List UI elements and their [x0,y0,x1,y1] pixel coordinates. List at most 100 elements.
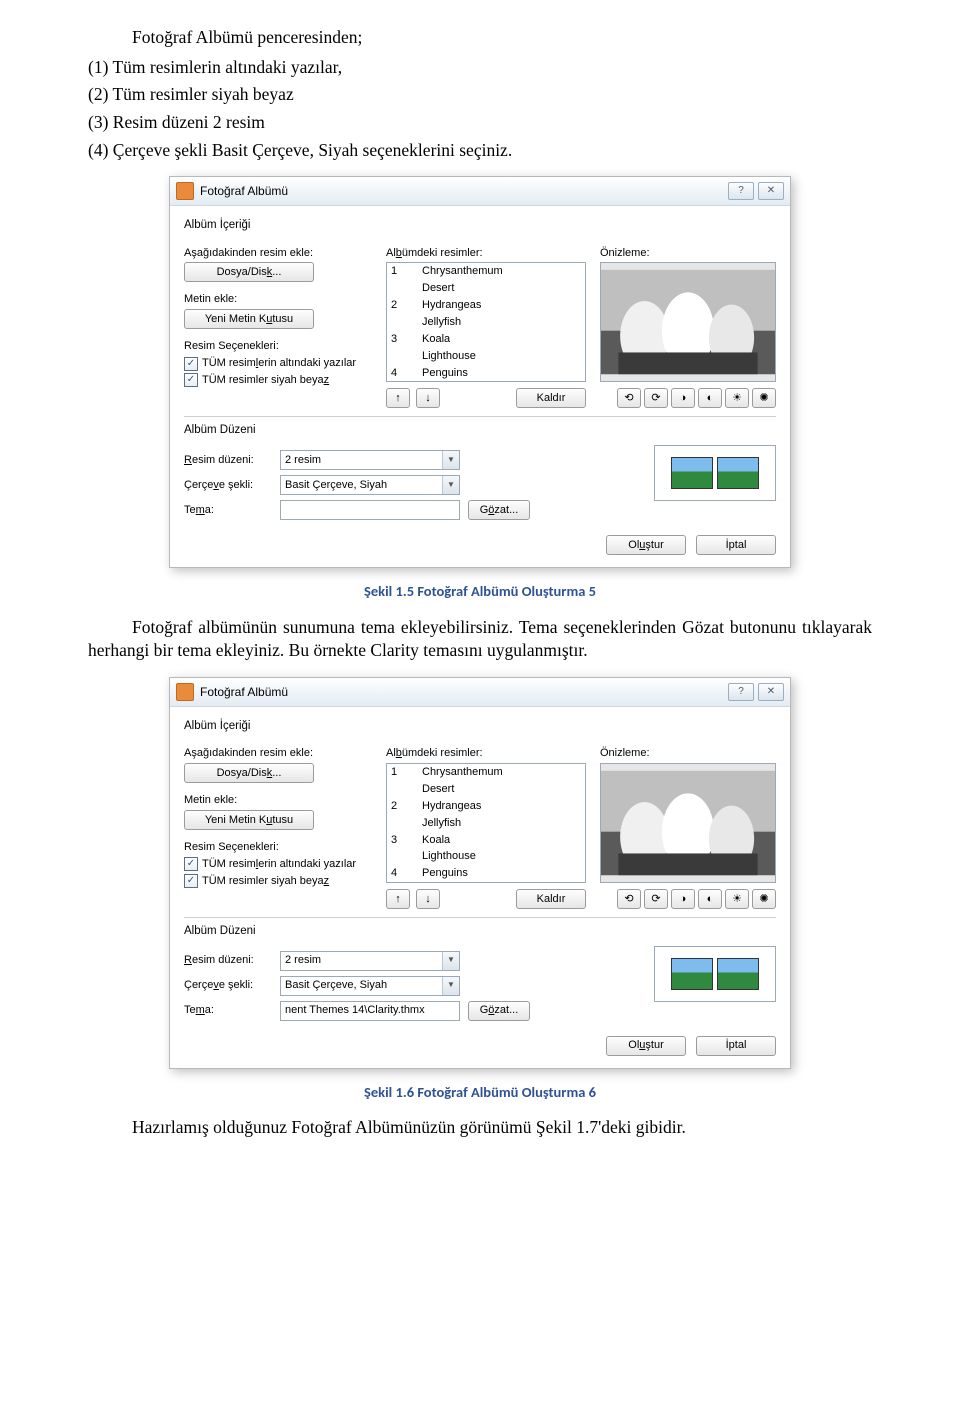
label-text-insert: Metin ekle: [184,793,372,808]
picture-layout-combo[interactable]: 2 resim▼ [280,951,460,971]
close-button[interactable]: ✕ [758,683,784,701]
pictures-listbox[interactable]: 1ChrysanthemumDesert2HydrangeasJellyfish… [386,763,586,883]
dialog-title: Fotoğraf Albümü [200,183,288,199]
preview-image [600,262,776,382]
section-album-content: Albüm İçeriği [184,218,776,234]
rotate-right-button[interactable]: ⟳ [644,388,668,408]
list-item[interactable]: 1Chrysanthemum [387,263,585,280]
dialog-titlebar: Fotoğraf Albümü ? ✕ [170,177,790,206]
create-button[interactable]: Oluştur [606,1036,686,1056]
file-disk-button[interactable]: Dosya/Disk... [184,763,314,783]
paragraph-theme: Fotoğraf albümünün sunumuna tema ekleyeb… [88,616,872,663]
figure-caption-1: Şekil 1.5 Fotoğraf Albümü Oluşturma 5 [88,582,872,602]
chevron-down-icon: ▼ [442,476,459,494]
move-down-button[interactable]: ↓ [416,889,440,909]
checkbox-captions[interactable]: ✓ TÜM resimlerin altındaki yazılar [184,857,372,872]
contrast-down-button[interactable]: ◐ [698,889,722,909]
help-button[interactable]: ? [728,683,754,701]
remove-button[interactable]: Kaldır [516,388,586,408]
check-icon: ✓ [184,357,198,371]
chevron-down-icon: ▼ [442,952,459,970]
close-button[interactable]: ✕ [758,182,784,200]
list-item-4: (4) Çerçeve şekli Basit Çerçeve, Siyah s… [88,139,872,163]
list-item[interactable]: Tulips [387,381,585,382]
remove-button[interactable]: Kaldır [516,889,586,909]
section-album-layout: Albüm Düzeni [184,924,776,940]
browse-button[interactable]: Gözat... [468,500,530,520]
brightness-down-button[interactable]: ✺ [752,889,776,909]
label-insert-from: Aşağıdakinden resim ekle: [184,246,372,261]
dialog-titlebar: Fotoğraf Albümü ? ✕ [170,678,790,707]
contrast-down-button[interactable]: ◐ [698,388,722,408]
checkbox-captions[interactable]: ✓ TÜM resimlerin altındaki yazılar [184,356,372,371]
help-button[interactable]: ? [728,182,754,200]
rotate-left-button[interactable]: ⟲ [617,388,641,408]
label-frame-shape: Çerçeve şekli: [184,478,272,493]
list-item[interactable]: 4Penguins [387,865,585,882]
label-text-insert: Metin ekle: [184,292,372,307]
list-item-1: (1) Tüm resimlerin altındaki yazılar, [88,56,872,80]
move-up-button[interactable]: ↑ [386,889,410,909]
paragraph-result: Hazırlamış olduğunuz Fotoğraf Albümünüzü… [88,1116,872,1140]
theme-input[interactable]: nent Themes 14\Clarity.thmx [280,1001,460,1021]
cancel-button[interactable]: İptal [696,1036,776,1056]
list-item[interactable]: 3Koala [387,331,585,348]
dialog-title: Fotoğraf Albümü [200,684,288,700]
browse-button[interactable]: Gözat... [468,1001,530,1021]
list-item[interactable]: Jellyfish [387,815,585,832]
photo-album-dialog-2: Fotoğraf Albümü ? ✕ Albüm İçeriği Aşağıd… [169,677,791,1069]
theme-input[interactable] [280,500,460,520]
pictures-listbox[interactable]: 1ChrysanthemumDesert2HydrangeasJellyfish… [386,262,586,382]
move-up-button[interactable]: ↑ [386,388,410,408]
list-item[interactable]: 2Hydrangeas [387,798,585,815]
list-item[interactable]: Desert [387,781,585,798]
figure-caption-2: Şekil 1.6 Fotoğraf Albümü Oluşturma 6 [88,1083,872,1103]
photo-album-dialog-1: Fotoğraf Albümü ? ✕ Albüm İçeriği Aşağıd… [169,176,791,568]
paragraph-intro: Fotoğraf Albümü penceresinden; [88,26,872,50]
contrast-up-button[interactable]: ◑ [671,388,695,408]
check-icon: ✓ [184,874,198,888]
layout-thumbnail [654,445,776,501]
label-picture-options: Resim Seçenekleri: [184,339,372,354]
label-insert-from: Aşağıdakinden resim ekle: [184,746,372,761]
list-item[interactable]: 4Penguins [387,365,585,382]
brightness-down-button[interactable]: ✺ [752,388,776,408]
list-item[interactable]: 1Chrysanthemum [387,764,585,781]
frame-shape-combo[interactable]: Basit Çerçeve, Siyah▼ [280,475,460,495]
list-item[interactable]: Tulips [387,882,585,883]
contrast-up-button[interactable]: ◑ [671,889,695,909]
thumbnail-icon [717,958,759,990]
layout-thumbnail [654,946,776,1002]
checkbox-blackwhite[interactable]: ✓ TÜM resimler siyah beyaz [184,874,372,889]
new-textbox-button[interactable]: Yeni Metin Kutusu [184,309,314,329]
rotate-right-button[interactable]: ⟳ [644,889,668,909]
list-item[interactable]: 2Hydrangeas [387,297,585,314]
label-picture-layout: Resim düzeni: [184,453,272,468]
list-item[interactable]: Jellyfish [387,314,585,331]
checkbox-blackwhite[interactable]: ✓ TÜM resimler siyah beyaz [184,373,372,388]
check-icon: ✓ [184,857,198,871]
cancel-button[interactable]: İptal [696,535,776,555]
file-disk-button[interactable]: Dosya/Disk... [184,262,314,282]
app-icon [176,182,194,200]
label-theme: Tema: [184,1003,272,1018]
list-item[interactable]: Lighthouse [387,848,585,865]
brightness-up-button[interactable]: ☀ [725,388,749,408]
picture-layout-combo[interactable]: 2 resim▼ [280,450,460,470]
brightness-up-button[interactable]: ☀ [725,889,749,909]
create-button[interactable]: Oluştur [606,535,686,555]
list-item[interactable]: Lighthouse [387,348,585,365]
chevron-down-icon: ▼ [442,451,459,469]
list-item-2: (2) Tüm resimler siyah beyaz [88,83,872,107]
section-album-content: Albüm İçeriği [184,719,776,735]
move-down-button[interactable]: ↓ [416,388,440,408]
label-pictures-in-album: Albümdeki resimler: [386,246,586,261]
list-item[interactable]: Desert [387,280,585,297]
frame-shape-combo[interactable]: Basit Çerçeve, Siyah▼ [280,976,460,996]
label-preview: Önizleme: [600,746,776,761]
label-preview: Önizleme: [600,246,776,261]
rotate-left-button[interactable]: ⟲ [617,889,641,909]
thumbnail-icon [671,958,713,990]
list-item[interactable]: 3Koala [387,832,585,849]
new-textbox-button[interactable]: Yeni Metin Kutusu [184,810,314,830]
